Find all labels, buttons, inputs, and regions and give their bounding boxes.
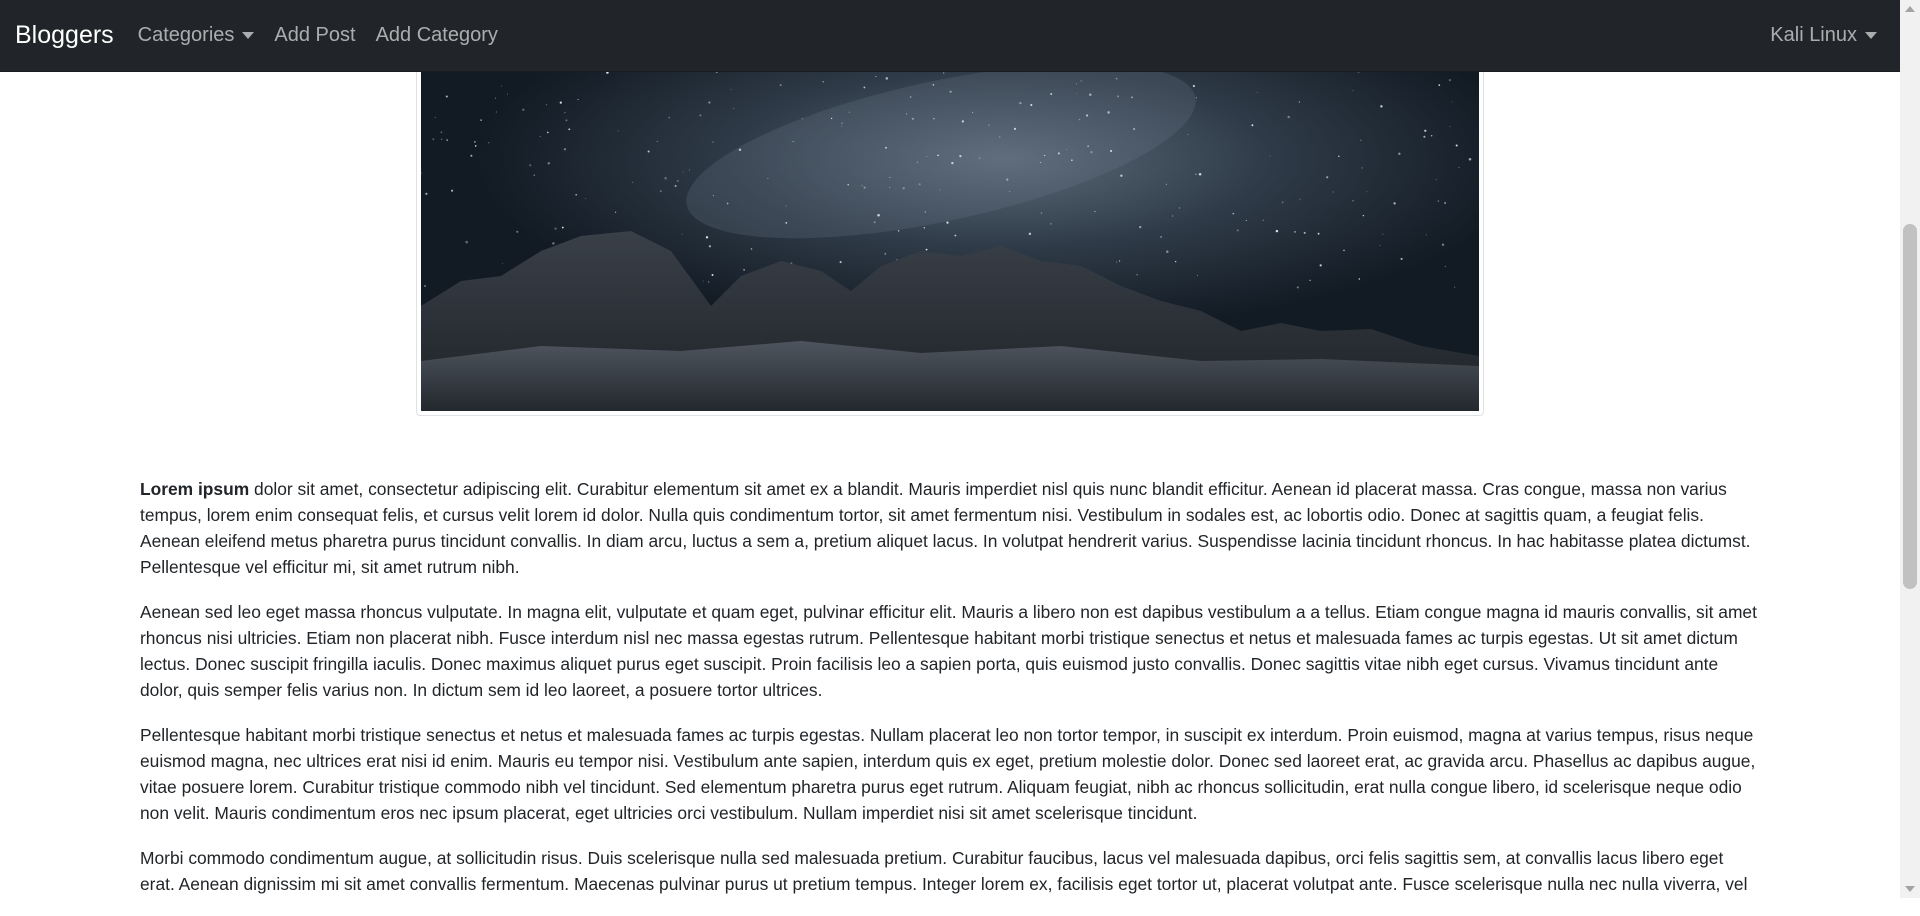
scroll-up-icon[interactable]	[1905, 6, 1915, 12]
paragraph-2: Aenean sed leo eget massa rhoncus vulput…	[140, 602, 1757, 700]
nav-add-post-link[interactable]: Add Post	[274, 24, 355, 47]
lead-bold-text: Lorem ipsum	[140, 479, 250, 499]
nav-categories-dropdown[interactable]: Categories	[138, 24, 255, 47]
user-menu-dropdown[interactable]: Kali Linux	[1770, 24, 1877, 47]
scrollbar-thumb[interactable]	[1903, 224, 1917, 589]
paragraph-1-text: dolor sit amet, consectetur adipiscing e…	[140, 479, 1751, 577]
top-navbar: Bloggers Categories Add Post Add Categor…	[0, 0, 1900, 72]
paragraph-1: Lorem ipsum dolor sit amet, consectetur …	[140, 476, 1762, 580]
brand-logo-link[interactable]: Bloggers	[15, 21, 114, 50]
nav-add-category-link[interactable]: Add Category	[376, 24, 498, 47]
post-image-card	[416, 60, 1484, 416]
nav-categories-label: Categories	[137, 24, 235, 46]
page-scrollbar[interactable]	[1900, 0, 1920, 898]
scroll-down-icon[interactable]	[1905, 886, 1915, 892]
post-content: Lorem ipsum dolor sit amet, consectetur …	[140, 476, 1762, 916]
paragraph-3: Pellentesque habitant morbi tristique se…	[140, 725, 1756, 823]
post-hero-image	[421, 61, 1479, 411]
paragraph-4: Morbi commodo condimentum augue, at soll…	[140, 848, 1748, 894]
user-name-label: Kali Linux	[1770, 24, 1857, 46]
caret-down-icon	[1865, 32, 1877, 39]
caret-down-icon	[242, 32, 255, 39]
